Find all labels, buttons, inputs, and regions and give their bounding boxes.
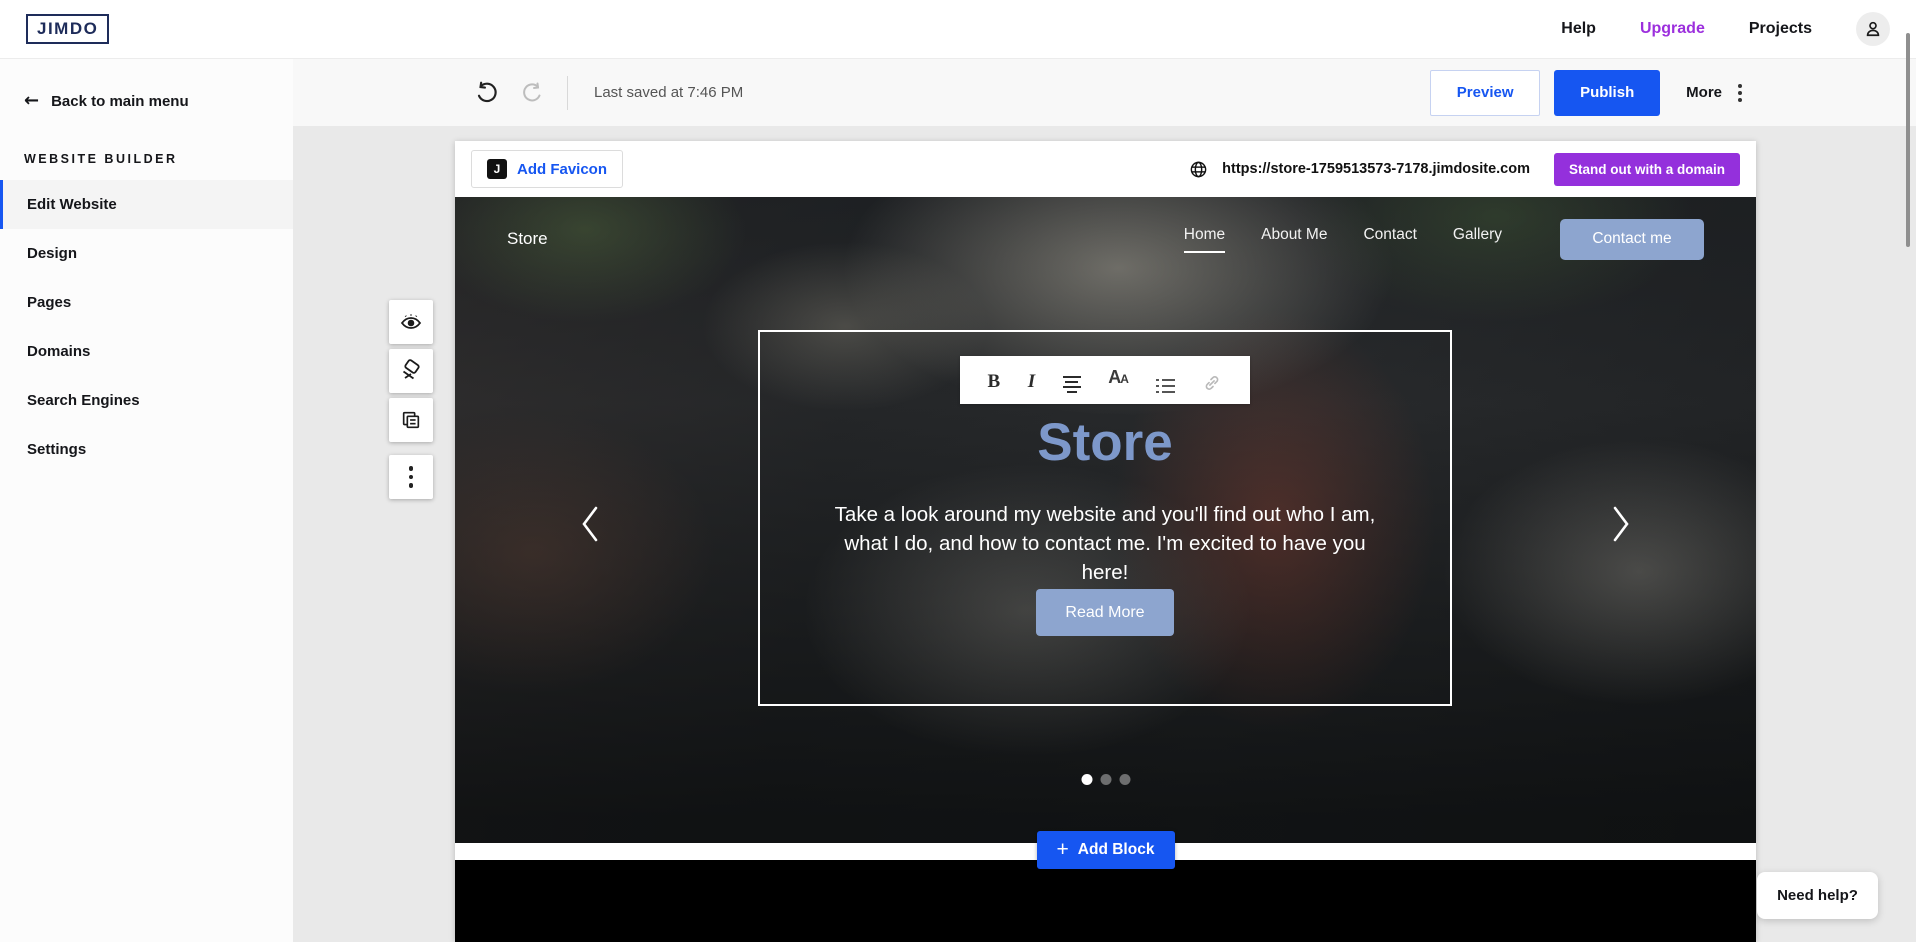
chevron-right-icon [1608, 502, 1634, 546]
style-button[interactable] [389, 349, 433, 393]
upgrade-link[interactable]: Upgrade [1640, 20, 1705, 38]
text-format-toolbar: B I AA [960, 356, 1250, 404]
site-preview: J Add Favicon https://store-1759513573-7… [455, 141, 1756, 942]
sidebar: ← Back to main menu WEBSITE BUILDER Edit… [0, 59, 293, 942]
contact-me-button[interactable]: Contact me [1560, 219, 1704, 260]
carousel-dot[interactable] [1081, 774, 1092, 785]
bullet-list-icon [1156, 379, 1175, 394]
align-button[interactable] [1063, 367, 1081, 393]
sidebar-item-pages[interactable]: Pages [0, 278, 293, 327]
hero-block[interactable]: Store Home About Me Contact Gallery Cont… [455, 197, 1756, 843]
block-tools [389, 300, 433, 499]
sidebar-menu: Edit Website Design Pages Domains Search… [0, 180, 293, 474]
align-center-icon [1063, 376, 1081, 394]
sidebar-item-edit-website[interactable]: Edit Website [0, 180, 293, 229]
about-me-section[interactable]: About Me [455, 860, 1756, 942]
sidebar-item-domains[interactable]: Domains [0, 327, 293, 376]
hero-title[interactable]: Store [760, 412, 1450, 473]
site-nav-about-me[interactable]: About Me [1261, 226, 1327, 253]
site-url-bar: J Add Favicon https://store-1759513573-7… [455, 141, 1756, 197]
back-arrow-icon: ← [24, 92, 39, 110]
projects-link[interactable]: Projects [1749, 20, 1812, 38]
undo-button[interactable] [473, 80, 499, 106]
sidebar-section-title: WEBSITE BUILDER [24, 152, 293, 166]
carousel-dots [1081, 774, 1130, 785]
text-edit-box[interactable]: B I AA [758, 330, 1452, 706]
globe-icon [1189, 160, 1208, 179]
read-more-button[interactable]: Read More [1036, 589, 1174, 636]
toolbar-divider [567, 76, 568, 110]
duplicate-button[interactable] [389, 398, 433, 442]
add-block-label: Add Block [1078, 841, 1155, 859]
more-label: More [1686, 84, 1722, 101]
bold-button[interactable]: B [988, 367, 1001, 393]
need-help-button[interactable]: Need help? [1757, 872, 1878, 919]
about-me-title: About Me [983, 932, 1229, 942]
list-button[interactable] [1156, 367, 1175, 393]
block-options-button[interactable] [389, 455, 433, 499]
domain-upsell-button[interactable]: Stand out with a domain [1554, 153, 1740, 186]
last-saved-status: Last saved at 7:46 PM [594, 84, 743, 101]
redo-button[interactable] [521, 81, 545, 105]
editor-toolbar: Last saved at 7:46 PM Preview Publish Mo… [293, 59, 1916, 126]
sidebar-item-design[interactable]: Design [0, 229, 293, 278]
undo-icon [473, 80, 499, 106]
person-icon [1863, 19, 1883, 39]
kebab-menu-icon[interactable] [1734, 80, 1746, 106]
carousel-dot[interactable] [1100, 774, 1111, 785]
hero-body-text[interactable]: Take a look around my website and you'll… [820, 500, 1390, 587]
sidebar-item-search-engines[interactable]: Search Engines [0, 376, 293, 425]
preview-button[interactable]: Preview [1430, 70, 1540, 116]
chevron-left-icon [577, 502, 603, 546]
site-logo[interactable]: Store [507, 229, 548, 249]
add-favicon-label: Add Favicon [517, 161, 607, 178]
help-link[interactable]: Help [1561, 20, 1596, 38]
add-favicon-button[interactable]: J Add Favicon [471, 150, 623, 188]
page-scrollbar-thumb[interactable] [1906, 33, 1910, 247]
add-block-button[interactable]: + Add Block [1037, 831, 1175, 869]
publish-button[interactable]: Publish [1554, 70, 1660, 116]
back-label: Back to main menu [51, 93, 189, 110]
user-avatar[interactable] [1856, 12, 1890, 46]
carousel-dot[interactable] [1119, 774, 1130, 785]
redo-icon [521, 81, 545, 105]
link-icon [1202, 373, 1222, 393]
back-to-main-menu[interactable]: ← Back to main menu [24, 92, 293, 110]
carousel-prev-button[interactable] [577, 502, 603, 546]
style-swatches-icon [399, 359, 423, 383]
site-nav: Home About Me Contact Gallery [1184, 226, 1502, 253]
site-header: Store Home About Me Contact Gallery Cont… [455, 197, 1756, 281]
account-nav: Help Upgrade Projects [1561, 12, 1890, 46]
carousel-next-button[interactable] [1608, 502, 1634, 546]
kebab-vertical-icon [409, 466, 414, 488]
more-menu[interactable]: More [1686, 80, 1746, 106]
site-nav-gallery[interactable]: Gallery [1453, 226, 1502, 253]
favicon-placeholder-icon: J [487, 159, 507, 179]
font-size-button[interactable]: AA [1108, 367, 1129, 393]
site-url[interactable]: https://store-1759513573-7178.jimdosite.… [1222, 161, 1530, 177]
link-button[interactable] [1202, 367, 1222, 393]
italic-button[interactable]: I [1028, 367, 1035, 393]
sidebar-item-settings[interactable]: Settings [0, 425, 293, 474]
plus-icon: + [1057, 839, 1069, 860]
jimdo-logo[interactable]: JIMDO [26, 14, 109, 44]
visibility-button[interactable] [389, 300, 433, 344]
copy-icon [400, 409, 422, 431]
eye-icon [399, 310, 423, 334]
editor-canvas: J Add Favicon https://store-1759513573-7… [293, 126, 1916, 942]
top-bar: JIMDO Help Upgrade Projects [0, 0, 1916, 59]
site-nav-contact[interactable]: Contact [1363, 226, 1416, 253]
site-nav-home[interactable]: Home [1184, 226, 1225, 253]
